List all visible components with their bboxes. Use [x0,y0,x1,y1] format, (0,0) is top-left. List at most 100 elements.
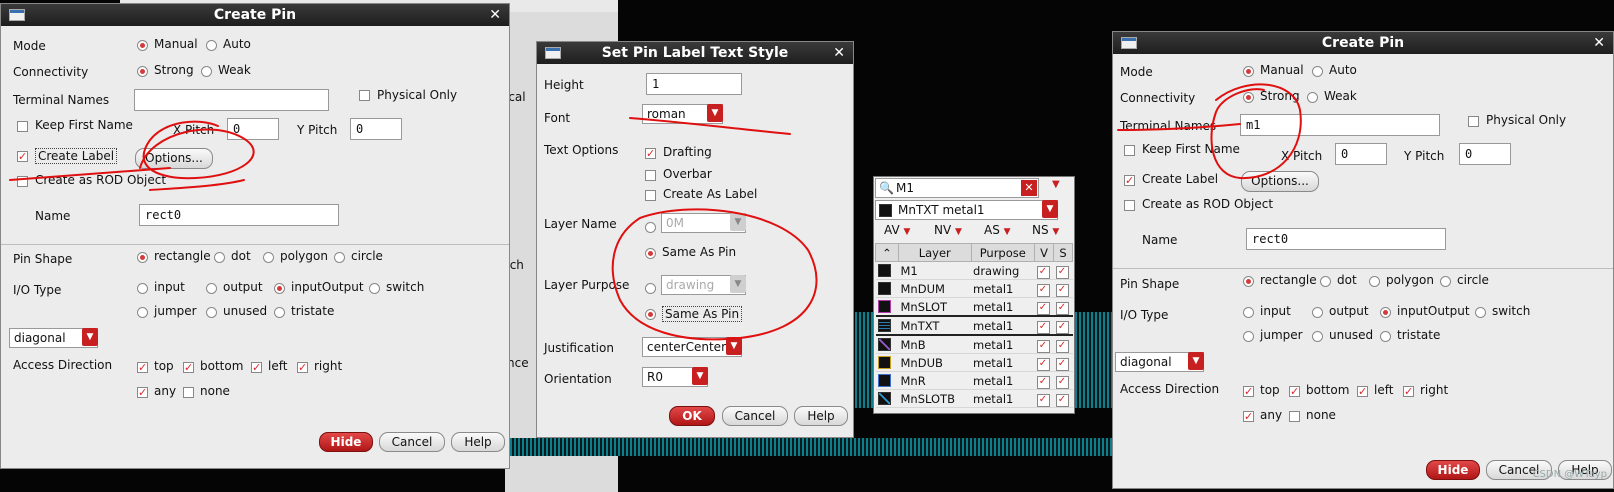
shape-circle-radio[interactable] [1440,276,1451,287]
selectable-checkbox[interactable]: ✓ [1055,283,1069,297]
create-label-checkbox[interactable]: ✓ [1124,175,1135,186]
io-jumper-radio[interactable] [137,307,148,318]
column-header[interactable]: V [1034,243,1054,262]
mode-manual-radio[interactable] [1243,66,1254,77]
table-row[interactable]: MnSLOTB metal1 ✓ ✓ [875,389,1073,408]
layer-name-custom-radio[interactable] [645,222,656,233]
shape-polygon-radio[interactable] [1369,276,1380,287]
table-row[interactable]: M1 drawing ✓ ✓ [875,261,1073,280]
dir-any-checkbox[interactable]: ✓ [137,387,148,398]
dir-left-checkbox[interactable]: ✓ [251,362,262,373]
io-output-radio[interactable] [206,283,217,294]
dir-bottom-checkbox[interactable]: ✓ [183,362,194,373]
selectable-checkbox[interactable]: ✓ [1055,357,1069,371]
io-switch-radio[interactable] [369,283,380,294]
y-pitch-input[interactable]: 0 [350,118,402,140]
x-pitch-input[interactable]: 0 [227,118,279,140]
io-inputoutput-radio[interactable] [1380,307,1391,318]
overbar-checkbox[interactable] [645,170,656,181]
layer-same-as-pin-radio[interactable] [645,248,656,259]
shape-rectangle-radio[interactable] [137,252,148,263]
filter-as[interactable]: AS ▼ [984,223,1011,237]
filter-av[interactable]: AV ▼ [884,223,910,237]
dir-left-checkbox[interactable]: ✓ [1357,386,1368,397]
visible-checkbox[interactable]: ✓ [1036,265,1050,279]
hide-button[interactable]: Hide [319,432,373,452]
conn-strong-radio[interactable] [137,66,148,77]
help-button[interactable]: Help [451,432,505,452]
physical-only-checkbox[interactable] [1468,116,1479,127]
filter-nv[interactable]: NV ▼ [934,223,962,237]
shape-polygon-radio[interactable] [263,252,274,263]
io-tristate-radio[interactable] [1380,331,1391,342]
create-rod-checkbox[interactable] [1124,200,1135,211]
visible-checkbox[interactable]: ✓ [1036,283,1050,297]
mode-manual-radio[interactable] [137,40,148,51]
column-header[interactable]: Purpose [970,243,1036,262]
io-switch-radio[interactable] [1475,307,1486,318]
visible-checkbox[interactable]: ✓ [1036,375,1050,389]
visible-checkbox[interactable]: ✓ [1036,393,1050,407]
y-pitch-input[interactable]: 0 [1459,143,1511,165]
diagonal-select[interactable]: diagonal ▼ [1115,352,1204,372]
dir-bottom-checkbox[interactable]: ✓ [1289,386,1300,397]
io-jumper-radio[interactable] [1243,331,1254,342]
layer-search-input[interactable]: 🔍 M1 ✕ [875,178,1039,198]
create-rod-checkbox[interactable] [17,176,28,187]
search-menu-icon[interactable]: ▼ [1052,179,1060,190]
table-row[interactable]: MnDUB metal1 ✓ ✓ [875,353,1073,372]
ok-button[interactable]: OK [669,406,715,426]
x-pitch-input[interactable]: 0 [1335,143,1387,165]
visible-checkbox[interactable]: ✓ [1036,301,1050,315]
title-bar[interactable]: Create Pin ✕ [1113,32,1613,54]
table-row[interactable]: MnB metal1 ✓ ✓ [875,335,1073,354]
purpose-same-as-pin-radio[interactable] [645,309,656,320]
options-button[interactable]: Options... [1241,171,1319,192]
visible-checkbox[interactable]: ✓ [1036,357,1050,371]
column-header[interactable]: S [1053,243,1073,262]
dir-top-checkbox[interactable]: ✓ [1243,386,1254,397]
shape-dot-radio[interactable] [214,252,225,263]
table-row[interactable]: MnSLOT metal1 ✓ ✓ [875,297,1073,317]
help-button[interactable]: Help [794,406,848,426]
close-icon[interactable]: ✕ [489,4,501,26]
io-input-radio[interactable] [1243,307,1254,318]
keep-first-name-checkbox[interactable] [1124,145,1135,156]
orientation-select[interactable]: R0 ▼ [642,367,708,387]
io-inputoutput-radio[interactable] [274,283,285,294]
terminal-names-input[interactable] [134,89,329,111]
column-header[interactable]: ⌃ [875,243,899,262]
dir-none-checkbox[interactable] [183,387,194,398]
clear-search-icon[interactable]: ✕ [1021,180,1037,196]
create-as-label-checkbox[interactable] [645,190,656,201]
close-icon[interactable]: ✕ [1593,32,1605,54]
visible-checkbox[interactable]: ✓ [1036,339,1050,353]
shape-dot-radio[interactable] [1320,276,1331,287]
io-unused-radio[interactable] [1312,331,1323,342]
selectable-checkbox[interactable]: ✓ [1055,320,1069,334]
diagonal-select[interactable]: diagonal ▼ [9,328,98,348]
title-bar[interactable]: Create Pin ✕ [1,4,509,26]
drafting-checkbox[interactable]: ✓ [645,148,656,159]
justification-select[interactable]: centerCenter ▼ [642,337,742,357]
selectable-checkbox[interactable]: ✓ [1055,265,1069,279]
selectable-checkbox[interactable]: ✓ [1055,301,1069,315]
io-unused-radio[interactable] [206,307,217,318]
io-tristate-radio[interactable] [274,307,285,318]
create-label-checkbox[interactable]: ✓ [17,151,28,162]
cancel-button[interactable]: Cancel [379,432,445,452]
io-output-radio[interactable] [1312,307,1323,318]
close-icon[interactable]: ✕ [833,42,845,64]
filter-ns[interactable]: NS ▼ [1032,223,1059,237]
conn-weak-radio[interactable] [201,66,212,77]
dir-none-checkbox[interactable] [1289,411,1300,422]
dir-right-checkbox[interactable]: ✓ [1403,386,1414,397]
physical-only-checkbox[interactable] [359,90,370,101]
selectable-checkbox[interactable]: ✓ [1055,339,1069,353]
font-select[interactable]: roman ▼ [642,104,723,124]
conn-strong-radio[interactable] [1243,92,1254,103]
table-row[interactable]: MnR metal1 ✓ ✓ [875,371,1073,390]
shape-rectangle-radio[interactable] [1243,276,1254,287]
selectable-checkbox[interactable]: ✓ [1055,393,1069,407]
column-header[interactable]: Layer [898,243,972,262]
